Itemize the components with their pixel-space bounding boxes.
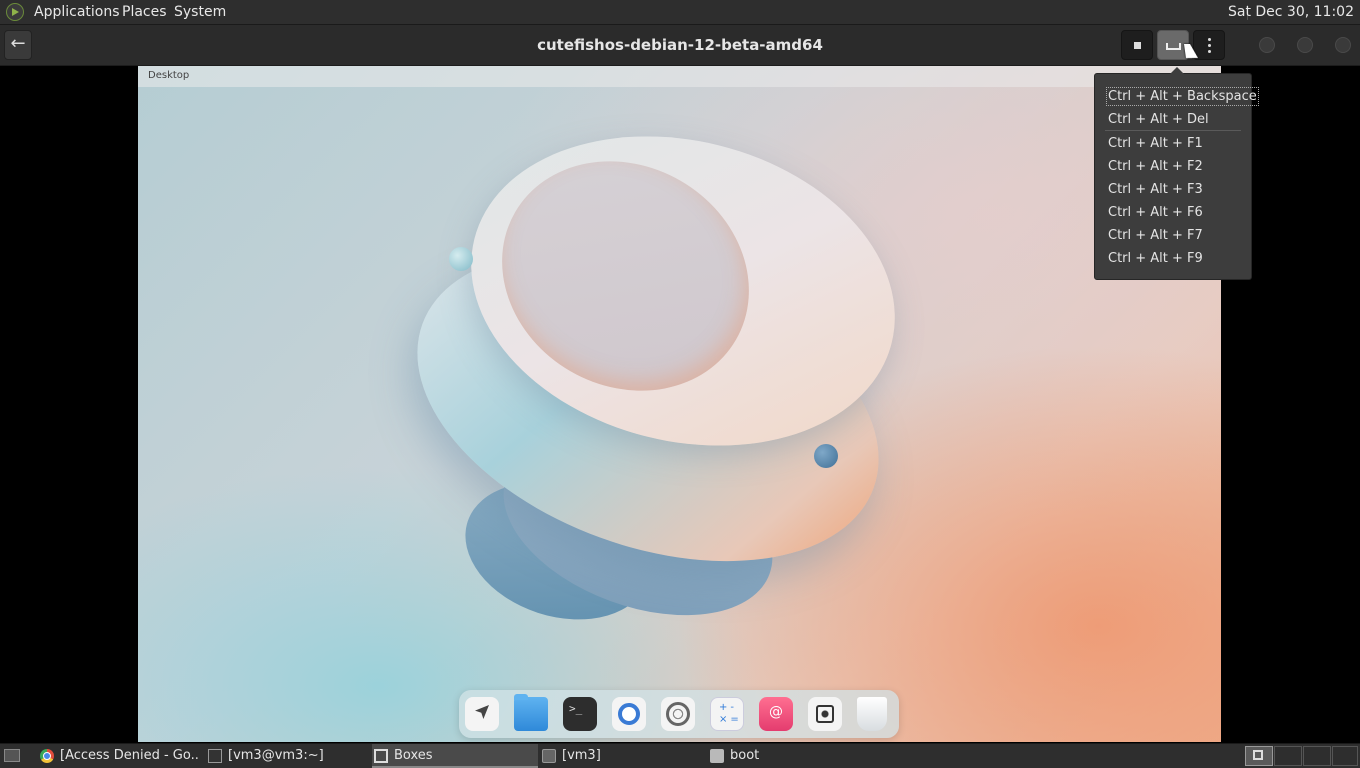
vm-top-bar: Desktop bbox=[138, 66, 1221, 87]
key-combo-ctrl-alt-f2[interactable]: Ctrl + Alt + F2 bbox=[1108, 159, 1203, 174]
taskbar-item-label: [Access Denied - Go... bbox=[60, 748, 198, 763]
key-combo-ctrl-alt-f9[interactable]: Ctrl + Alt + F9 bbox=[1108, 251, 1203, 266]
top-panel: Applications Places System Sat Dec 30, 1… bbox=[0, 0, 1360, 25]
key-combo-ctrl-alt-f6[interactable]: Ctrl + Alt + F6 bbox=[1108, 205, 1203, 220]
workspace-4[interactable] bbox=[1332, 746, 1358, 766]
chrome-icon bbox=[40, 749, 54, 763]
taskbar-item-label: [vm3] bbox=[562, 748, 601, 763]
browser-icon[interactable] bbox=[612, 697, 646, 731]
key-combo-ctrl-alt-f7[interactable]: Ctrl + Alt + F7 bbox=[1108, 228, 1203, 243]
key-combo-ctrl-alt-f3[interactable]: Ctrl + Alt + F3 bbox=[1108, 182, 1203, 197]
places-menu[interactable]: Places bbox=[122, 4, 167, 20]
screenshot-icon[interactable] bbox=[808, 697, 842, 731]
kebab-menu-icon[interactable] bbox=[1193, 30, 1225, 60]
taskbar-item-terminal[interactable]: [vm3@vm3:~] bbox=[206, 744, 368, 768]
debian-icon[interactable] bbox=[759, 697, 793, 731]
vm-desktop-label: Desktop bbox=[148, 70, 190, 81]
taskbar-item-boxes[interactable]: Boxes bbox=[372, 744, 538, 768]
taskbar-item-chrome[interactable]: [Access Denied - Go... bbox=[38, 744, 200, 768]
key-combo-ctrl-alt-backspace[interactable]: Ctrl + Alt + Backspace bbox=[1106, 87, 1259, 106]
stop-button[interactable] bbox=[1121, 30, 1153, 60]
vm-display[interactable]: Desktop >_ bbox=[138, 66, 1221, 742]
show-desktop-icon[interactable] bbox=[4, 749, 20, 762]
vm-dock: >_ bbox=[459, 690, 899, 738]
terminal-glyph: >_ bbox=[569, 702, 583, 715]
workspace-1[interactable] bbox=[1245, 746, 1273, 766]
send-keys-popover: Ctrl + Alt + Backspace Ctrl + Alt + Del … bbox=[1094, 67, 1259, 280]
taskbar-item-label: boot bbox=[730, 748, 760, 763]
mouse-cursor bbox=[1184, 44, 1198, 58]
folder-icon bbox=[710, 749, 724, 763]
menu-separator bbox=[1105, 130, 1241, 131]
taskbar-item-vm3[interactable]: [vm3] bbox=[540, 744, 706, 768]
workspace-3[interactable] bbox=[1303, 746, 1331, 766]
taskbar-item-label: Boxes bbox=[394, 748, 433, 763]
bottom-taskbar: [Access Denied - Go... [vm3@vm3:~] Boxes… bbox=[0, 743, 1360, 768]
vm-title: cutefishos-debian-12-beta-amd64 bbox=[537, 36, 823, 54]
wallpaper-orb bbox=[814, 444, 838, 468]
workspace-2[interactable] bbox=[1274, 746, 1302, 766]
trash-icon[interactable] bbox=[857, 697, 887, 731]
terminal-icon bbox=[208, 749, 222, 763]
boxes-icon bbox=[374, 749, 388, 763]
clock[interactable]: Sat Dec 30, 11:02 bbox=[1228, 4, 1354, 20]
taskbar-item-boot[interactable]: boot bbox=[708, 744, 874, 768]
key-combo-ctrl-alt-f1[interactable]: Ctrl + Alt + F1 bbox=[1108, 136, 1203, 151]
minimize-button[interactable] bbox=[1259, 37, 1275, 53]
settings-icon[interactable] bbox=[661, 697, 695, 731]
system-menu[interactable]: System bbox=[174, 4, 226, 20]
maximize-button[interactable] bbox=[1297, 37, 1313, 53]
launcher-icon[interactable] bbox=[465, 697, 499, 731]
applications-menu[interactable]: Applications bbox=[34, 4, 120, 20]
close-button[interactable] bbox=[1335, 37, 1351, 53]
key-combo-ctrl-alt-del[interactable]: Ctrl + Alt + Del bbox=[1108, 112, 1209, 127]
taskbar-item-label: [vm3@vm3:~] bbox=[228, 748, 324, 763]
distro-logo-icon[interactable] bbox=[6, 3, 24, 21]
drive-icon bbox=[542, 749, 556, 763]
keyboard-icon bbox=[1166, 43, 1181, 50]
boxes-header-bar: ← cutefishos-debian-12-beta-amd64 bbox=[0, 25, 1360, 66]
wallpaper-orb bbox=[449, 247, 473, 271]
terminal-icon[interactable]: >_ bbox=[563, 697, 597, 731]
files-icon[interactable] bbox=[514, 694, 548, 731]
calculator-icon[interactable] bbox=[710, 697, 744, 731]
